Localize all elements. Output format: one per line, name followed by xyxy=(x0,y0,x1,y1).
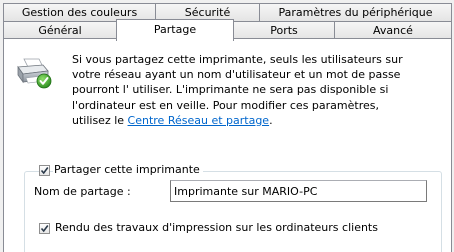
tab-label: Sécurité xyxy=(184,6,231,19)
checkmark-icon xyxy=(40,167,49,175)
tab-label: Avancé xyxy=(373,24,413,37)
tab-label: Général xyxy=(38,24,82,37)
tab-label: Paramètres du périphérique xyxy=(278,6,433,19)
tab-label: Partage xyxy=(153,23,197,36)
render-jobs-label: Rendu des travaux d'impression sur les o… xyxy=(55,221,378,234)
sharing-info-text: Si vous partagez cette imprimante, seuls… xyxy=(72,52,412,128)
tab-label: Gestion des couleurs xyxy=(21,6,138,19)
checkmark-icon xyxy=(40,225,49,233)
shared-printer-icon xyxy=(15,57,53,89)
render-jobs-checkbox[interactable] xyxy=(39,223,50,234)
share-printer-label: Partager cette imprimante xyxy=(53,163,203,176)
network-center-link[interactable]: Centre Réseau et partage xyxy=(128,114,270,127)
tab-parametres-du-peripherique[interactable]: Paramètres du périphérique xyxy=(259,3,452,22)
printer-properties-dialog: Gestion des couleurs Sécurité Paramètres… xyxy=(0,0,454,252)
tab-label: Ports xyxy=(270,24,298,37)
info-after: . xyxy=(269,113,273,127)
tab-partage[interactable]: Partage xyxy=(116,19,234,41)
share-printer-checkbox[interactable] xyxy=(39,165,50,176)
share-name-input[interactable] xyxy=(170,180,427,202)
share-name-label: Nom de partage : xyxy=(34,185,131,198)
